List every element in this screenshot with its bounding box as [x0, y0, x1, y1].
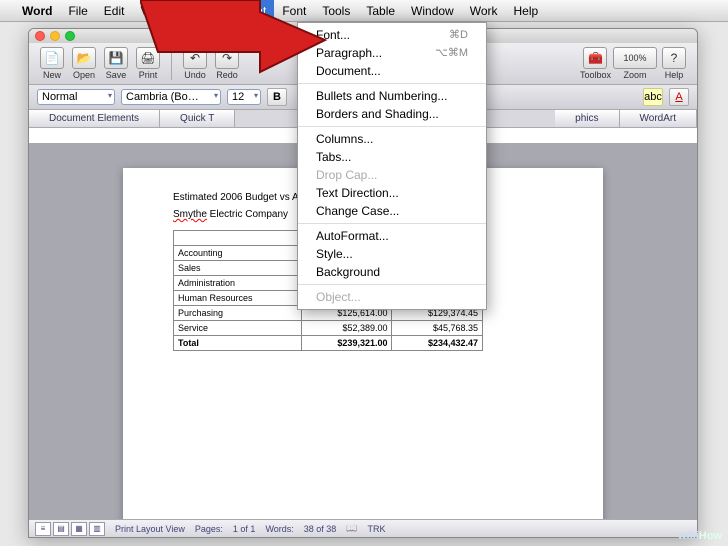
menu-item-object: Object... — [298, 288, 486, 306]
menu-file[interactable]: File — [60, 0, 95, 22]
tab-graphics[interactable]: phics — [555, 110, 619, 127]
table-row: Service$52,389.00$45,768.35 — [174, 321, 483, 336]
save-icon: 💾 — [104, 47, 128, 69]
new-button[interactable]: 📄New — [37, 47, 67, 80]
trk-indicator[interactable]: TRK — [368, 524, 386, 534]
tab-quick-tables[interactable]: Quick T — [160, 110, 235, 127]
menu-item-change-case[interactable]: Change Case... — [298, 202, 486, 220]
font-select[interactable]: Cambria (Bo… — [121, 89, 221, 105]
menu-edit[interactable]: Edit — [96, 0, 133, 22]
mac-menubar: Word File Edit View Insert Format Font T… — [0, 0, 728, 22]
menu-font[interactable]: Font — [274, 0, 314, 22]
words-label: Words: — [265, 524, 293, 534]
menu-item-columns[interactable]: Columns... — [298, 130, 486, 148]
menu-item-tabs[interactable]: Tabs... — [298, 148, 486, 166]
menu-item-autoformat[interactable]: AutoFormat... — [298, 227, 486, 245]
outline-view-icon[interactable]: ▤ — [53, 522, 69, 536]
menu-item-paragraph[interactable]: Paragraph...⌥⌘M — [298, 44, 486, 62]
menu-item-font[interactable]: Font...⌘D — [298, 26, 486, 44]
help-button[interactable]: ?Help — [659, 47, 689, 80]
menu-work[interactable]: Work — [462, 0, 506, 22]
redo-icon: ↷ — [215, 47, 239, 69]
toolbox-icon: 🧰 — [583, 47, 607, 69]
menu-item-drop-cap: Drop Cap... — [298, 166, 486, 184]
highlight-button[interactable]: abc — [643, 88, 663, 106]
menu-table[interactable]: Table — [358, 0, 403, 22]
new-icon: 📄 — [40, 47, 64, 69]
bold-button[interactable]: B — [267, 88, 287, 106]
save-button[interactable]: 💾Save — [101, 47, 131, 80]
app-name[interactable]: Word — [14, 4, 60, 18]
view-switcher[interactable]: ≡ ▤ ▦ ▥ — [35, 522, 105, 536]
words-value: 38 of 38 — [304, 524, 337, 534]
menu-help[interactable]: Help — [506, 0, 547, 22]
print-layout-view-icon[interactable]: ▦ — [71, 522, 87, 536]
toolbox-button[interactable]: 🧰Toolbox — [580, 47, 611, 80]
menu-view[interactable]: View — [132, 0, 174, 22]
open-icon: 📂 — [72, 47, 96, 69]
spellcheck-icon[interactable]: 📖 — [346, 523, 357, 534]
help-icon: ? — [662, 47, 686, 69]
print-icon: 🖨 — [136, 47, 160, 69]
format-dropdown: Font...⌘DParagraph...⌥⌘MDocument... Bulle… — [297, 22, 487, 310]
menu-format[interactable]: Format — [220, 0, 274, 22]
menu-item-borders-and-shading[interactable]: Borders and Shading... — [298, 105, 486, 123]
size-select[interactable]: 12 — [227, 89, 261, 105]
undo-icon: ↶ — [183, 47, 207, 69]
view-label: Print Layout View — [115, 524, 185, 534]
menu-insert[interactable]: Insert — [174, 0, 220, 22]
menu-item-background[interactable]: Background — [298, 263, 486, 281]
minimize-icon[interactable] — [50, 31, 60, 41]
menu-item-bullets-and-numbering[interactable]: Bullets and Numbering... — [298, 87, 486, 105]
redo-button[interactable]: ↷Redo — [212, 47, 242, 80]
menu-item-document[interactable]: Document... — [298, 62, 486, 80]
print-button[interactable]: 🖨Print — [133, 47, 163, 80]
tab-document-elements[interactable]: Document Elements — [29, 110, 160, 127]
watermark: wikiHow — [678, 530, 722, 542]
notebook-view-icon[interactable]: ▥ — [89, 522, 105, 536]
pages-label: Pages: — [195, 524, 223, 534]
zoom-icon: 100% — [613, 47, 657, 69]
menu-item-style[interactable]: Style... — [298, 245, 486, 263]
menu-window[interactable]: Window — [403, 0, 462, 22]
close-icon[interactable] — [35, 31, 45, 41]
pages-value: 1 of 1 — [233, 524, 256, 534]
font-color-button[interactable]: A — [669, 88, 689, 106]
statusbar: ≡ ▤ ▦ ▥ Print Layout View Pages: 1 of 1 … — [29, 519, 697, 537]
menu-item-text-direction[interactable]: Text Direction... — [298, 184, 486, 202]
style-select[interactable]: Normal — [37, 89, 115, 105]
table-total-row: Total$239,321.00$234,432.47 — [174, 336, 483, 351]
zoom-button[interactable]: 100%Zoom — [613, 47, 657, 80]
tab-wordart[interactable]: WordArt — [620, 110, 698, 127]
zoom-window-icon[interactable] — [65, 31, 75, 41]
normal-view-icon[interactable]: ≡ — [35, 522, 51, 536]
open-button[interactable]: 📂Open — [69, 47, 99, 80]
menu-tools[interactable]: Tools — [314, 0, 358, 22]
undo-button[interactable]: ↶Undo — [180, 47, 210, 80]
